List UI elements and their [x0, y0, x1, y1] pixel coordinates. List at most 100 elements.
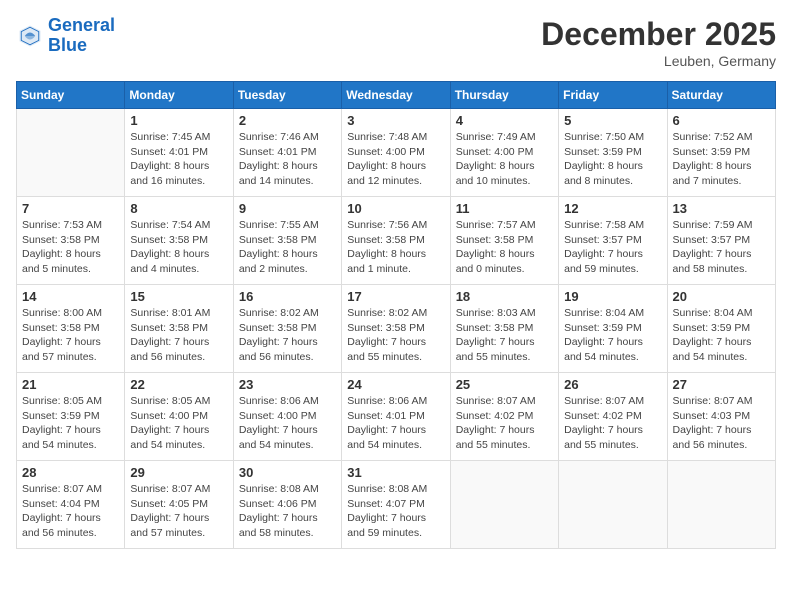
day-header-sunday: Sunday	[17, 82, 125, 109]
day-info: Sunrise: 7:56 AM Sunset: 3:58 PM Dayligh…	[347, 218, 444, 277]
calendar-cell: 23 Sunrise: 8:06 AM Sunset: 4:00 PM Dayli…	[233, 373, 341, 461]
day-info: Sunrise: 8:06 AM Sunset: 4:00 PM Dayligh…	[239, 394, 336, 453]
week-row-4: 21Sunrise: 8:05 AM Sunset: 3:59 PM Dayli…	[17, 373, 776, 461]
day-info: Sunrise: 8:08 AM Sunset: 4:06 PM Dayligh…	[239, 482, 336, 541]
day-info: Sunrise: 8:01 AM Sunset: 3:58 PM Dayligh…	[130, 306, 227, 365]
day-info: Sunrise: 7:50 AM Sunset: 3:59 PM Dayligh…	[564, 130, 661, 189]
calendar-cell: 6Sunrise: 7:52 AM Sunset: 3:59 PM Daylig…	[667, 109, 775, 197]
week-row-3: 14 Sunrise: 8:00 AM Sunset: 3:58 PM Dayli…	[17, 285, 776, 373]
day-info: Sunrise: 8:02 AM Sunset: 3:58 PM Dayligh…	[347, 306, 444, 365]
day-number: 17	[347, 289, 444, 304]
day-number: 15	[130, 289, 227, 304]
day-number: 14	[22, 289, 119, 304]
calendar-cell: 2 Sunrise: 7:46 AM Sunset: 4:01 PM Daylig…	[233, 109, 341, 197]
day-number: 23	[239, 377, 336, 392]
day-number: 1	[130, 113, 227, 128]
day-number: 11	[456, 201, 553, 216]
day-number: 25	[456, 377, 553, 392]
calendar-cell: 5 Sunrise: 7:50 AM Sunset: 3:59 PM Daylig…	[559, 109, 667, 197]
calendar-cell: 26 Sunrise: 8:07 AM Sunset: 4:02 PM Dayli…	[559, 373, 667, 461]
day-number: 2	[239, 113, 336, 128]
calendar-cell: 1 Sunrise: 7:45 AM Sunset: 4:01 PM Daylig…	[125, 109, 233, 197]
calendar-cell: 25 Sunrise: 8:07 AM Sunset: 4:02 PM Dayli…	[450, 373, 558, 461]
day-number: 10	[347, 201, 444, 216]
day-info: Sunrise: 8:07 AM Sunset: 4:03 PM Dayligh…	[673, 394, 770, 453]
day-info: Sunrise: 8:08 AM Sunset: 4:07 PM Dayligh…	[347, 482, 444, 541]
day-info: Sunrise: 8:00 AM Sunset: 3:58 PM Dayligh…	[22, 306, 119, 365]
day-header-monday: Monday	[125, 82, 233, 109]
calendar-cell: 13 Sunrise: 7:59 AM Sunset: 3:57 PM Dayli…	[667, 197, 775, 285]
calendar-cell	[17, 109, 125, 197]
logo: General Blue	[16, 16, 115, 56]
day-number: 19	[564, 289, 661, 304]
day-info: Sunrise: 7:48 AM Sunset: 4:00 PM Dayligh…	[347, 130, 444, 189]
day-info: Sunrise: 7:54 AM Sunset: 3:58 PM Dayligh…	[130, 218, 227, 277]
day-info: Sunrise: 8:05 AM Sunset: 3:59 PM Dayligh…	[22, 394, 119, 453]
day-info: Sunrise: 8:05 AM Sunset: 4:00 PM Dayligh…	[130, 394, 227, 453]
calendar-cell: 16 Sunrise: 8:02 AM Sunset: 3:58 PM Dayli…	[233, 285, 341, 373]
day-number: 5	[564, 113, 661, 128]
day-number: 24	[347, 377, 444, 392]
day-number: 16	[239, 289, 336, 304]
day-number: 7	[22, 201, 119, 216]
calendar-cell: 18 Sunrise: 8:03 AM Sunset: 3:58 PM Dayli…	[450, 285, 558, 373]
day-number: 18	[456, 289, 553, 304]
day-info: Sunrise: 8:07 AM Sunset: 4:02 PM Dayligh…	[456, 394, 553, 453]
calendar-cell	[667, 461, 775, 549]
calendar-cell: 28 Sunrise: 8:07 AM Sunset: 4:04 PM Dayli…	[17, 461, 125, 549]
day-number: 13	[673, 201, 770, 216]
day-number: 3	[347, 113, 444, 128]
calendar-cell: 12 Sunrise: 7:58 AM Sunset: 3:57 PM Dayli…	[559, 197, 667, 285]
day-number: 27	[673, 377, 770, 392]
day-info: Sunrise: 8:07 AM Sunset: 4:04 PM Dayligh…	[22, 482, 119, 541]
calendar-cell: 4 Sunrise: 7:49 AM Sunset: 4:00 PM Daylig…	[450, 109, 558, 197]
day-number: 28	[22, 465, 119, 480]
day-info: Sunrise: 8:07 AM Sunset: 4:05 PM Dayligh…	[130, 482, 227, 541]
week-row-2: 7 Sunrise: 7:53 AM Sunset: 3:58 PM Daylig…	[17, 197, 776, 285]
day-info: Sunrise: 8:04 AM Sunset: 3:59 PM Dayligh…	[673, 306, 770, 365]
day-info: Sunrise: 7:49 AM Sunset: 4:00 PM Dayligh…	[456, 130, 553, 189]
day-info: Sunrise: 7:45 AM Sunset: 4:01 PM Dayligh…	[130, 130, 227, 189]
day-info: Sunrise: 7:59 AM Sunset: 3:57 PM Dayligh…	[673, 218, 770, 277]
month-title: December 2025	[541, 16, 776, 53]
day-number: 4	[456, 113, 553, 128]
day-number: 29	[130, 465, 227, 480]
day-info: Sunrise: 7:52 AM Sunset: 3:59 PM Dayligh…	[673, 130, 770, 189]
day-number: 26	[564, 377, 661, 392]
calendar-cell	[559, 461, 667, 549]
day-info: Sunrise: 7:58 AM Sunset: 3:57 PM Dayligh…	[564, 218, 661, 277]
day-info: Sunrise: 7:53 AM Sunset: 3:58 PM Dayligh…	[22, 218, 119, 277]
day-number: 20	[673, 289, 770, 304]
week-row-1: 1 Sunrise: 7:45 AM Sunset: 4:01 PM Daylig…	[17, 109, 776, 197]
calendar-cell: 9Sunrise: 7:55 AM Sunset: 3:58 PM Daylig…	[233, 197, 341, 285]
day-info: Sunrise: 8:02 AM Sunset: 3:58 PM Dayligh…	[239, 306, 336, 365]
calendar-cell: 3 Sunrise: 7:48 AM Sunset: 4:00 PM Daylig…	[342, 109, 450, 197]
calendar-cell: 17 Sunrise: 8:02 AM Sunset: 3:58 PM Dayli…	[342, 285, 450, 373]
calendar-cell: 20 Sunrise: 8:04 AM Sunset: 3:59 PM Dayli…	[667, 285, 775, 373]
calendar-table: SundayMondayTuesdayWednesdayThursdayFrid…	[16, 81, 776, 549]
calendar-cell: 27 Sunrise: 8:07 AM Sunset: 4:03 PM Dayli…	[667, 373, 775, 461]
day-number: 12	[564, 201, 661, 216]
calendar-cell: 11Sunrise: 7:57 AM Sunset: 3:58 PM Dayli…	[450, 197, 558, 285]
day-header-thursday: Thursday	[450, 82, 558, 109]
calendar-cell: 10 Sunrise: 7:56 AM Sunset: 3:58 PM Dayli…	[342, 197, 450, 285]
day-header-tuesday: Tuesday	[233, 82, 341, 109]
calendar-cell: 19Sunrise: 8:04 AM Sunset: 3:59 PM Dayli…	[559, 285, 667, 373]
calendar-cell: 21Sunrise: 8:05 AM Sunset: 3:59 PM Dayli…	[17, 373, 125, 461]
page-header: General Blue December 2025 Leuben, Germa…	[16, 16, 776, 69]
day-number: 8	[130, 201, 227, 216]
calendar-cell: 22 Sunrise: 8:05 AM Sunset: 4:00 PM Dayli…	[125, 373, 233, 461]
day-info: Sunrise: 8:03 AM Sunset: 3:58 PM Dayligh…	[456, 306, 553, 365]
day-info: Sunrise: 7:46 AM Sunset: 4:01 PM Dayligh…	[239, 130, 336, 189]
day-info: Sunrise: 8:07 AM Sunset: 4:02 PM Dayligh…	[564, 394, 661, 453]
day-number: 22	[130, 377, 227, 392]
day-number: 30	[239, 465, 336, 480]
day-header-friday: Friday	[559, 82, 667, 109]
calendar-cell	[450, 461, 558, 549]
location: Leuben, Germany	[541, 53, 776, 69]
day-number: 9	[239, 201, 336, 216]
calendar-cell: 29 Sunrise: 8:07 AM Sunset: 4:05 PM Dayli…	[125, 461, 233, 549]
calendar-header-row: SundayMondayTuesdayWednesdayThursdayFrid…	[17, 82, 776, 109]
day-number: 31	[347, 465, 444, 480]
logo-icon	[16, 22, 44, 50]
